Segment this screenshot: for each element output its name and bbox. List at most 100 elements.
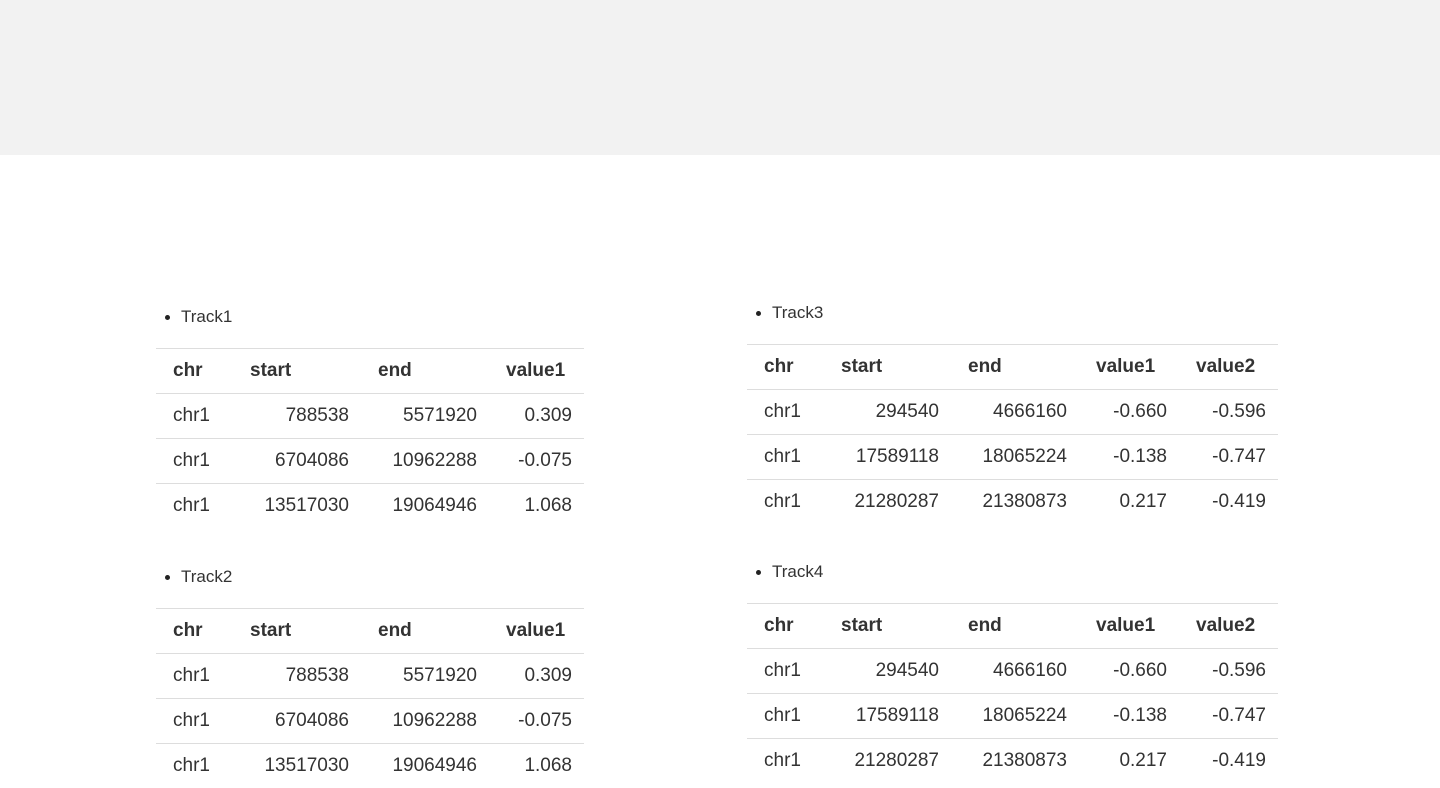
table-cell: -0.419 (1179, 480, 1278, 525)
table-cell: chr1 (747, 649, 824, 694)
track4-block: Track4 chrstartendvalue1value2chr1294540… (747, 561, 1278, 783)
column-header: end (361, 609, 489, 654)
table-cell: 1.068 (489, 744, 584, 788)
table-cell: -0.660 (1079, 390, 1179, 435)
table-cell: 788538 (233, 654, 361, 699)
table-cell: 5571920 (361, 394, 489, 439)
table-cell: 4666160 (951, 390, 1079, 435)
table-cell: -0.747 (1179, 435, 1278, 480)
bullet-icon (756, 311, 761, 316)
table-cell: chr1 (747, 694, 824, 739)
table-cell: chr1 (156, 439, 233, 484)
track2-title: Track2 (181, 567, 232, 587)
table-cell: 10962288 (361, 699, 489, 744)
bullet-icon (165, 575, 170, 580)
column-header: value2 (1179, 345, 1278, 390)
track3-block: Track3 chrstartendvalue1value2chr1294540… (747, 302, 1278, 524)
column-header: value1 (489, 349, 584, 394)
table-cell: 1.068 (489, 484, 584, 529)
table-row: chr1670408610962288-0.075 (156, 439, 584, 484)
column-header: end (951, 604, 1079, 649)
table-cell: 0.217 (1079, 480, 1179, 525)
track4-table: chrstartendvalue1value2chr12945404666160… (747, 603, 1278, 783)
column-header: chr (156, 349, 233, 394)
table-cell: 10962288 (361, 439, 489, 484)
table-row: chr12945404666160-0.660-0.596 (747, 649, 1278, 694)
table-cell: -0.138 (1079, 694, 1179, 739)
table-cell: 0.309 (489, 654, 584, 699)
table-cell: -0.660 (1079, 649, 1179, 694)
table-cell: chr1 (747, 739, 824, 784)
table-row: chr121280287213808730.217-0.419 (747, 739, 1278, 784)
table-cell: chr1 (747, 480, 824, 525)
column-header: value1 (1079, 604, 1179, 649)
right-column: Track3 chrstartendvalue1value2chr1294540… (747, 302, 1278, 783)
track1-title: Track1 (181, 307, 232, 327)
table-cell: -0.419 (1179, 739, 1278, 784)
table-cell: -0.075 (489, 439, 584, 484)
bullet-icon (756, 570, 761, 575)
table-cell: 788538 (233, 394, 361, 439)
table-row: chr113517030190649461.068 (156, 484, 584, 529)
table-cell: 6704086 (233, 699, 361, 744)
table-cell: 21280287 (824, 739, 951, 784)
track2-block: Track2 chrstartendvalue1chr1788538557192… (156, 566, 584, 788)
track3-table: chrstartendvalue1value2chr12945404666160… (747, 344, 1278, 524)
column-header: end (361, 349, 489, 394)
track4-title: Track4 (772, 562, 823, 582)
column-header: start (233, 349, 361, 394)
table-cell: -0.596 (1179, 649, 1278, 694)
table-cell: 13517030 (233, 484, 361, 529)
column-header: chr (747, 345, 824, 390)
table-cell: chr1 (747, 435, 824, 480)
table-cell: 13517030 (233, 744, 361, 788)
column-header: value2 (1179, 604, 1278, 649)
track1-block: Track1 chrstartendvalue1chr1788538557192… (156, 306, 584, 528)
column-header: value1 (489, 609, 584, 654)
table-cell: 19064946 (361, 484, 489, 529)
track3-title: Track3 (772, 303, 823, 323)
table-cell: -0.596 (1179, 390, 1278, 435)
table-header-row: chrstartendvalue1 (156, 349, 584, 394)
table-cell: 17589118 (824, 694, 951, 739)
header-bar (0, 0, 1440, 155)
column-header: value1 (1079, 345, 1179, 390)
table-row: chr1670408610962288-0.075 (156, 699, 584, 744)
table-cell: -0.747 (1179, 694, 1278, 739)
table-cell: 21380873 (951, 739, 1079, 784)
table-cell: chr1 (747, 390, 824, 435)
table-row: chr11758911818065224-0.138-0.747 (747, 694, 1278, 739)
table-row: chr121280287213808730.217-0.419 (747, 480, 1278, 525)
table-cell: 19064946 (361, 744, 489, 788)
column-header: start (824, 604, 951, 649)
table-cell: chr1 (156, 394, 233, 439)
table-cell: 18065224 (951, 694, 1079, 739)
table-cell: 6704086 (233, 439, 361, 484)
table-cell: chr1 (156, 744, 233, 788)
table-cell: chr1 (156, 654, 233, 699)
column-header: chr (156, 609, 233, 654)
table-cell: 294540 (824, 390, 951, 435)
track2-table: chrstartendvalue1chr178853855719200.309c… (156, 608, 584, 788)
table-cell: 17589118 (824, 435, 951, 480)
column-header: end (951, 345, 1079, 390)
table-row: chr113517030190649461.068 (156, 744, 584, 788)
column-header: start (233, 609, 361, 654)
bullet-icon (165, 315, 170, 320)
table-cell: 21280287 (824, 480, 951, 525)
track3-label: Track3 (756, 302, 1278, 324)
table-cell: 294540 (824, 649, 951, 694)
table-cell: 0.217 (1079, 739, 1179, 784)
table-cell: 5571920 (361, 654, 489, 699)
table-cell: 0.309 (489, 394, 584, 439)
track2-label: Track2 (165, 566, 584, 588)
table-cell: 18065224 (951, 435, 1079, 480)
table-row: chr11758911818065224-0.138-0.747 (747, 435, 1278, 480)
left-column: Track1 chrstartendvalue1chr1788538557192… (156, 306, 584, 788)
track1-label: Track1 (165, 306, 584, 328)
table-header-row: chrstartendvalue1 (156, 609, 584, 654)
table-cell: -0.075 (489, 699, 584, 744)
column-header: chr (747, 604, 824, 649)
table-row: chr178853855719200.309 (156, 394, 584, 439)
table-row: chr12945404666160-0.660-0.596 (747, 390, 1278, 435)
